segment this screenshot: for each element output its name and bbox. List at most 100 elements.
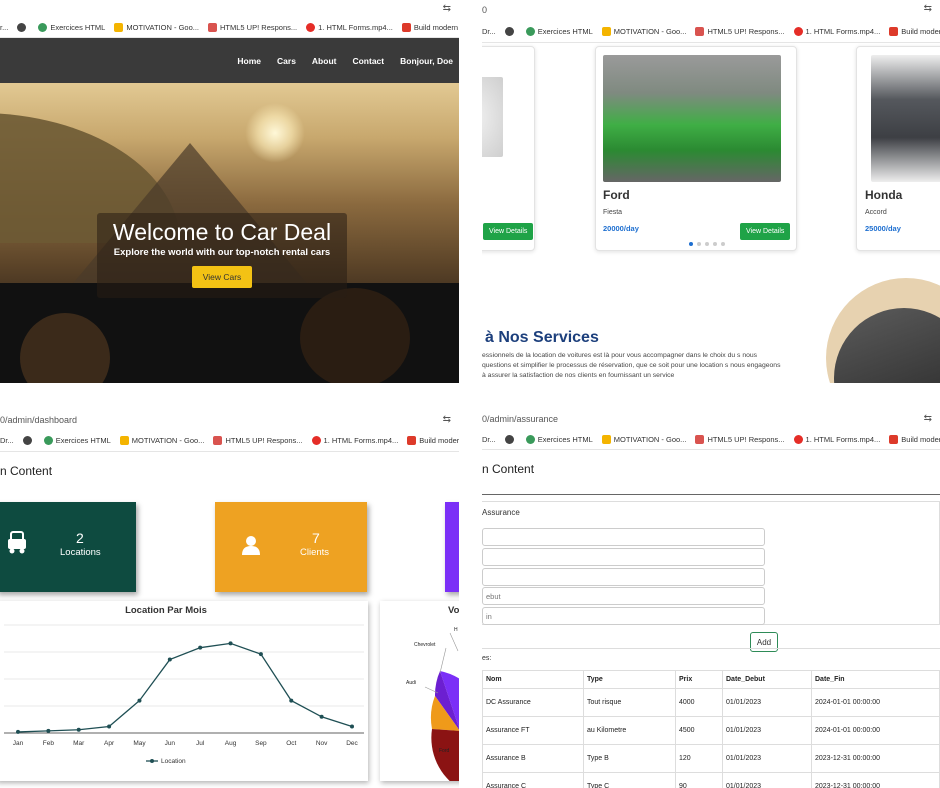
address-bar[interactable]: 0/admin/dashboard ⇆	[0, 405, 459, 430]
bookmark-item[interactable]: MOTIVATION - Goo...	[601, 27, 686, 36]
date-fin-input[interactable]: in	[482, 607, 765, 625]
bookmark-item[interactable]: MOTIVATION - Goo...	[114, 23, 199, 32]
bookmark-item[interactable]: HTML5 UP! Respons...	[695, 434, 785, 444]
cell-prix: 4500	[675, 716, 723, 745]
cell-nom: Assurance C	[482, 772, 584, 788]
stat-card-locations: 2 Locations	[0, 502, 136, 592]
carousel-dot[interactable]	[689, 242, 693, 246]
nav-home[interactable]: Home	[237, 56, 261, 66]
bookmark-item[interactable]: Exercices HTML	[43, 436, 111, 445]
table-row[interactable]: Assurance C Type C 90 01/01/2023 2023-12…	[482, 772, 940, 788]
data-point[interactable]	[319, 714, 324, 719]
cell-type: Type C	[583, 772, 676, 788]
data-point[interactable]	[198, 645, 203, 650]
x-tick-label: Sep	[255, 740, 267, 747]
data-point[interactable]	[167, 657, 172, 662]
angular-icon	[401, 23, 411, 32]
bookmark-item[interactable]: HTML5 UP! Respons...	[695, 27, 785, 36]
table-row[interactable]: DC Assurance Tout risque 4000 01/01/2023…	[482, 688, 940, 717]
bookmark-item[interactable]	[17, 23, 29, 32]
carousel-dot[interactable]	[705, 242, 709, 246]
bookmark-item[interactable]: 1. HTML Forms.mp4...	[793, 434, 880, 444]
bookmark-item[interactable]	[504, 434, 517, 444]
nav-about[interactable]: About	[312, 56, 337, 66]
car-price: 20000/day	[603, 224, 639, 233]
cell-prix: 4000	[675, 688, 723, 717]
data-point[interactable]	[46, 728, 51, 733]
pie-slice	[431, 729, 459, 781]
translate-icon[interactable]: ⇆	[443, 3, 451, 14]
address-bar[interactable]: ⇆	[0, 0, 459, 18]
drive-icon	[114, 23, 124, 32]
bookmark-item[interactable]: Build modern respo...	[889, 434, 940, 444]
type-input[interactable]	[482, 548, 765, 566]
data-point[interactable]	[228, 641, 233, 646]
bookmark-item[interactable]: Exercices HTML	[525, 27, 593, 36]
car-image	[871, 55, 940, 182]
col-date-debut: Date_Debut	[722, 670, 812, 689]
view-details-button[interactable]: View Details	[740, 223, 791, 240]
data-point[interactable]	[76, 727, 81, 732]
table-row[interactable]: Assurance FT au Kilometre 4500 01/01/202…	[482, 716, 940, 745]
data-point[interactable]	[137, 698, 142, 703]
pie-label: H	[454, 627, 458, 633]
car-model: Accord	[865, 209, 887, 216]
html5up-icon	[208, 23, 218, 32]
view-details-button[interactable]: View Details	[483, 223, 534, 240]
bookmark-item[interactable]: 1. HTML Forms.mp4...	[793, 27, 880, 36]
translate-icon[interactable]: ⇆	[924, 413, 932, 424]
list-label: es:	[482, 655, 492, 662]
data-point[interactable]	[258, 652, 263, 657]
car-price: 25000/day	[865, 224, 901, 233]
bookmark-item[interactable]: Dr...	[0, 436, 14, 445]
translate-icon[interactable]: ⇆	[924, 3, 932, 14]
bookmark-item[interactable]: HTML5 UP! Respons...	[213, 436, 303, 445]
nav-user[interactable]: Bonjour, Doe	[400, 56, 453, 66]
data-point[interactable]	[350, 724, 354, 729]
bookmarks-bar: r... Exercices HTML MOTIVATION - Goo... …	[0, 18, 459, 38]
hero-title: Welcome to Car Deal	[112, 219, 332, 245]
date-debut-input[interactable]: ebut	[482, 587, 765, 605]
bookmark-item[interactable]: Dr...	[482, 435, 496, 444]
cell-date-debut: 01/01/2023	[722, 772, 812, 788]
view-cars-button[interactable]: View Cars	[191, 266, 253, 288]
car-card-ford: Ford Fiesta 20000/day View Details	[595, 46, 797, 251]
bookmark-item[interactable]: MOTIVATION - Goo...	[601, 434, 686, 444]
address-bar[interactable]: 0/admin/assurance ⇆	[482, 405, 940, 429]
bookmark-item[interactable]: HTML5 UP! Respons...	[208, 23, 297, 32]
bookmark-item[interactable]: Dr...	[482, 27, 496, 36]
cell-prix: 90	[675, 772, 723, 788]
url-text: 0/admin/dashboard	[0, 415, 78, 425]
html5up-icon	[695, 434, 705, 444]
data-point[interactable]	[16, 729, 20, 734]
data-point[interactable]	[107, 724, 112, 729]
stat-card-clients: 7 Clients	[215, 502, 367, 592]
bookmark-item[interactable]: 1. HTML Forms.mp4...	[306, 23, 393, 32]
bookmark-item[interactable]: MOTIVATION - Goo...	[119, 436, 204, 445]
nom-input[interactable]	[482, 528, 765, 546]
carousel-dot[interactable]	[697, 242, 701, 246]
bookmark-item[interactable]: Build modern respo...	[407, 436, 459, 445]
translate-icon[interactable]: ⇆	[443, 414, 451, 425]
hero-sun	[245, 103, 305, 163]
table-row[interactable]: Assurance B Type B 120 01/01/2023 2023-1…	[482, 744, 940, 773]
bookmark-item[interactable]	[504, 27, 517, 36]
prix-input[interactable]	[482, 568, 765, 586]
carousel-dot[interactable]	[713, 242, 717, 246]
cars-carousel: View Details Ford Fiesta 20000/day View …	[482, 43, 940, 253]
carousel-dot[interactable]	[721, 242, 725, 246]
nav-contact[interactable]: Contact	[352, 56, 384, 66]
add-button[interactable]: Add	[750, 632, 778, 652]
nav-cars[interactable]: Cars	[277, 56, 296, 66]
bookmark-item[interactable]: 1. HTML Forms.mp4...	[311, 436, 398, 445]
data-point[interactable]	[289, 698, 294, 703]
bookmark-item[interactable]: Exercices HTML	[525, 434, 593, 444]
bookmark-item[interactable]	[22, 436, 35, 445]
bookmark-item[interactable]: Exercices HTML	[38, 23, 105, 32]
bookmark-item[interactable]: Build modern respo...	[889, 27, 940, 36]
address-bar[interactable]: 0 ⇆	[482, 0, 940, 21]
bookmark-item[interactable]: r...	[0, 23, 8, 32]
page-title: n Content	[0, 464, 53, 478]
x-tick-label: Oct	[286, 740, 296, 747]
bookmark-item[interactable]: Build modern respo...	[401, 23, 459, 32]
